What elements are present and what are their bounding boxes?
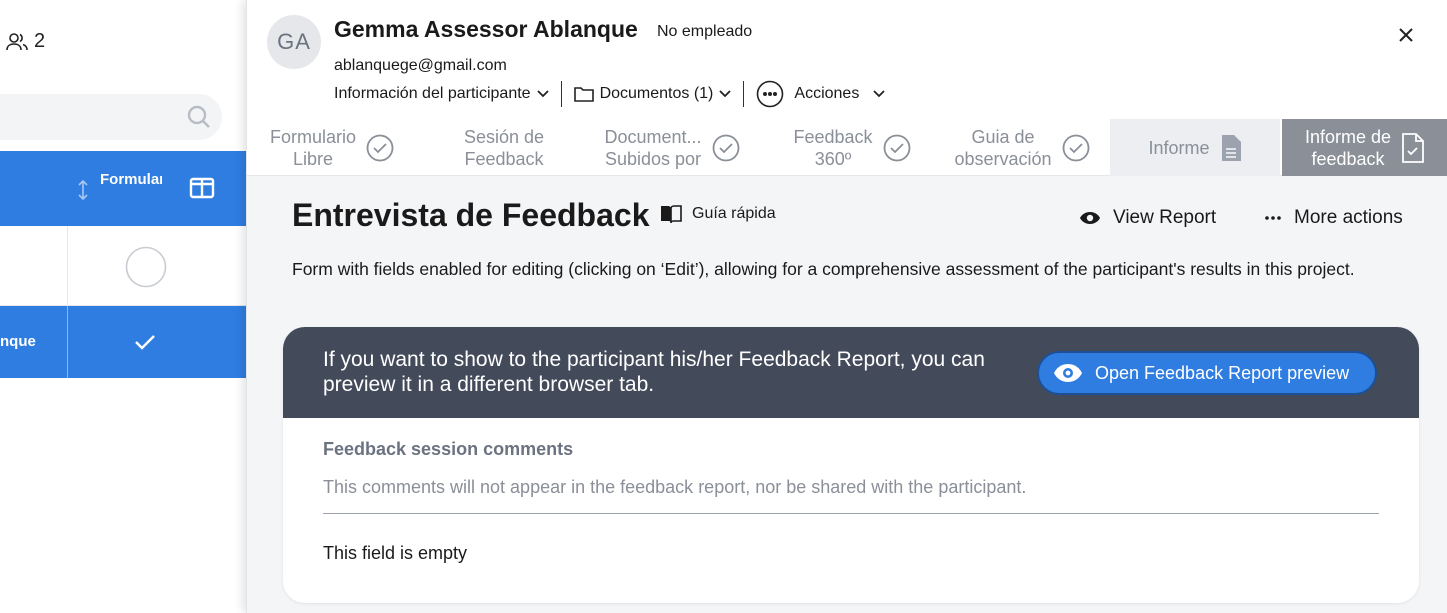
- users-icon: [6, 32, 28, 50]
- actions-label: Acciones: [794, 85, 860, 102]
- check-circle-icon: [1062, 134, 1089, 161]
- tab-label-line2: Feedback: [464, 148, 544, 169]
- menu-divider: [743, 81, 745, 107]
- document-icon: [1221, 134, 1241, 161]
- eye-icon: [1054, 364, 1082, 382]
- field-divider: [323, 513, 1379, 514]
- sort-icon[interactable]: [76, 179, 90, 201]
- cell-divider: [67, 306, 68, 378]
- participant-info-label: Información del participante: [334, 85, 531, 102]
- table-row-selected[interactable]: nque: [0, 306, 246, 378]
- more-actions-button[interactable]: More actions: [1264, 207, 1403, 229]
- cell-divider: [67, 226, 68, 306]
- tab-label-line1: Informe de: [1304, 126, 1392, 147]
- tab-label-line2: 360º: [814, 148, 852, 169]
- search-icon[interactable]: [186, 104, 212, 130]
- more-circle-icon: [757, 80, 784, 108]
- check-icon: [135, 335, 155, 350]
- participant-header: GA Gemma Assessor Ablanque No empleado a…: [247, 0, 1447, 119]
- field-help-text: This comments will not appear in the fee…: [323, 477, 1027, 497]
- tab-label-line1: Guia de: [971, 126, 1035, 147]
- preview-button-label: Open Feedback Report preview: [1095, 362, 1350, 383]
- open-feedback-report-preview-button[interactable]: Open Feedback Report preview: [1037, 351, 1377, 395]
- banner-text: If you want to show to the participant h…: [323, 348, 985, 396]
- participants-count-value: 2: [34, 30, 46, 52]
- participant-email: ablanquege@gmail.com: [334, 57, 507, 74]
- tab-informe[interactable]: Informe: [1110, 119, 1280, 176]
- participant-search[interactable]: [0, 94, 222, 140]
- form-tabs: Formulario Libre Sesión de Feedback Docume…: [247, 119, 1447, 176]
- check-circle-icon: [883, 134, 910, 161]
- participant-info-menu[interactable]: Información del participante: [334, 80, 549, 108]
- check-circle-icon: [366, 134, 394, 161]
- tab-documentos-subidos[interactable]: Document... Subidos por: [597, 119, 747, 176]
- close-icon[interactable]: [1397, 26, 1415, 44]
- tab-label-line1: Formulario: [269, 126, 357, 147]
- avatar: GA: [267, 15, 321, 69]
- page-title: Entrevista de Feedback: [292, 197, 650, 233]
- menu-divider: [560, 81, 562, 107]
- view-report-button[interactable]: View Report: [1079, 207, 1216, 229]
- row-participant-name[interactable]: nque: [0, 333, 36, 350]
- more-horizontal-icon: [1265, 216, 1281, 220]
- documents-menu[interactable]: Documentos (1): [573, 80, 732, 108]
- participant-drawer: GA Gemma Assessor Ablanque No empleado a…: [246, 0, 1447, 613]
- tab-label-line2: feedback: [1311, 148, 1385, 169]
- check-circle-icon: [712, 134, 739, 161]
- chevron-down-icon: [719, 90, 732, 98]
- field-value: This field is empty: [323, 543, 468, 563]
- eye-icon: [1080, 212, 1100, 224]
- tab-sesion-de-feedback[interactable]: Sesión de Feedback: [429, 119, 579, 176]
- chevron-down-icon: [873, 90, 885, 98]
- table-row[interactable]: [0, 226, 246, 306]
- quick-guide-button[interactable]: Guía rápida: [660, 204, 776, 224]
- columns-toggle-icon[interactable]: [189, 176, 215, 200]
- tab-informe-de-feedback[interactable]: Informe de feedback: [1282, 119, 1447, 176]
- book-icon: [661, 205, 682, 224]
- employment-status: No empleado: [657, 23, 753, 40]
- report-preview-banner: If you want to show to the participant h…: [283, 327, 1419, 418]
- actions-menu[interactable]: Acciones: [756, 80, 885, 108]
- form-description: Form with fields enabled for editing (cl…: [292, 259, 1355, 279]
- tab-label-line1: Informe: [1148, 137, 1210, 158]
- folder-icon: [573, 87, 594, 102]
- chevron-down-icon: [536, 90, 549, 98]
- more-actions-label: More actions: [1294, 207, 1403, 228]
- participant-name: Gemma Assessor Ablanque: [334, 16, 638, 42]
- tab-feedback-360[interactable]: Feedback 360º: [777, 119, 927, 176]
- pending-circle-icon: [125, 246, 167, 288]
- documents-label: Documentos (1): [599, 85, 714, 102]
- tab-guia-de-observacion[interactable]: Guia de observación: [942, 119, 1102, 176]
- document-check-icon: [1402, 132, 1424, 163]
- participant-menus: Información del participante Documentos …: [334, 80, 885, 108]
- view-report-label: View Report: [1113, 207, 1217, 228]
- tab-label-line1: Feedback: [793, 126, 873, 147]
- tab-label-line1: Sesión de: [463, 126, 545, 147]
- column-header-formulario-libre[interactable]: Formulario Libre: [100, 170, 162, 190]
- tab-label-line1: Document...: [604, 126, 702, 147]
- participants-count: 2: [6, 30, 45, 53]
- field-label: Feedback session comments: [323, 439, 574, 459]
- tab-label-line2: observación: [954, 148, 1052, 169]
- quick-guide-label: Guía rápida: [692, 205, 776, 222]
- tab-label-line2: Subidos por: [604, 148, 702, 169]
- tab-label-line2: Libre: [292, 148, 334, 169]
- tab-formulario-libre[interactable]: Formulario Libre: [247, 119, 417, 176]
- participants-panel: 2 Formulario Libre nque: [0, 0, 246, 613]
- feedback-card: If you want to show to the participant h…: [283, 327, 1419, 603]
